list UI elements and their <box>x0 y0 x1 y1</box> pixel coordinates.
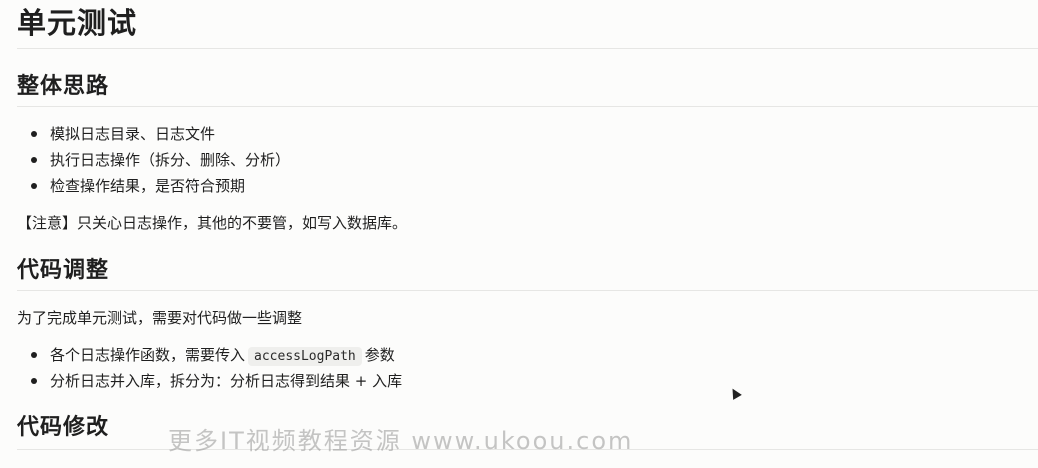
list-item-text: 执行日志操作（拆分、删除、分析） <box>50 151 291 169</box>
section-heading-code-modify: 代码修改 <box>17 415 110 440</box>
list-item-text: 分析日志并入库，拆分为：分析日志得到结果 + 入库 <box>50 372 403 390</box>
section-heading-code-adjust: 代码调整 <box>17 258 110 283</box>
list-item-text: 参数 <box>364 346 395 364</box>
divider <box>17 290 1038 291</box>
list-item: 检查操作结果，是否符合预期 <box>17 173 290 199</box>
watermark-text: 更多IT视频教程资源 www.ukoou.com <box>168 427 634 455</box>
list-item: 分析日志并入库，拆分为：分析日志得到结果 + 入库 <box>17 368 402 394</box>
overall-idea-list: 模拟日志目录、日志文件 执行日志操作（拆分、删除、分析） 检查操作结果，是否符合… <box>17 121 290 199</box>
bullet-icon <box>31 131 37 137</box>
inline-code: accessLogPath <box>248 347 362 366</box>
bullet-icon <box>31 183 37 189</box>
section-heading-overall-idea: 整体思路 <box>17 74 110 99</box>
list-item: 模拟日志目录、日志文件 <box>17 121 290 147</box>
page-title: 单元测试 <box>17 6 138 40</box>
list-item-text: 检查操作结果，是否符合预期 <box>50 177 246 195</box>
note-paragraph: 【注意】只关心日志操作，其他的不要管，如写入数据库。 <box>17 214 408 232</box>
mouse-cursor-icon <box>728 386 742 400</box>
bullet-icon <box>31 378 37 384</box>
code-adjust-list: 各个日志操作函数，需要传入 accessLogPath 参数 分析日志并入库，拆分为… <box>17 342 402 394</box>
list-item-text: 模拟日志目录、日志文件 <box>50 125 216 143</box>
list-item: 执行日志操作（拆分、删除、分析） <box>17 147 290 173</box>
divider <box>17 48 1038 49</box>
bullet-icon <box>31 352 37 358</box>
divider <box>17 106 1038 107</box>
intro-paragraph: 为了完成单元测试，需要对代码做一些调整 <box>17 309 303 327</box>
list-item-text: 各个日志操作函数，需要传入 <box>50 346 246 364</box>
bullet-icon <box>31 157 37 163</box>
list-item: 各个日志操作函数，需要传入 accessLogPath 参数 <box>17 342 402 368</box>
